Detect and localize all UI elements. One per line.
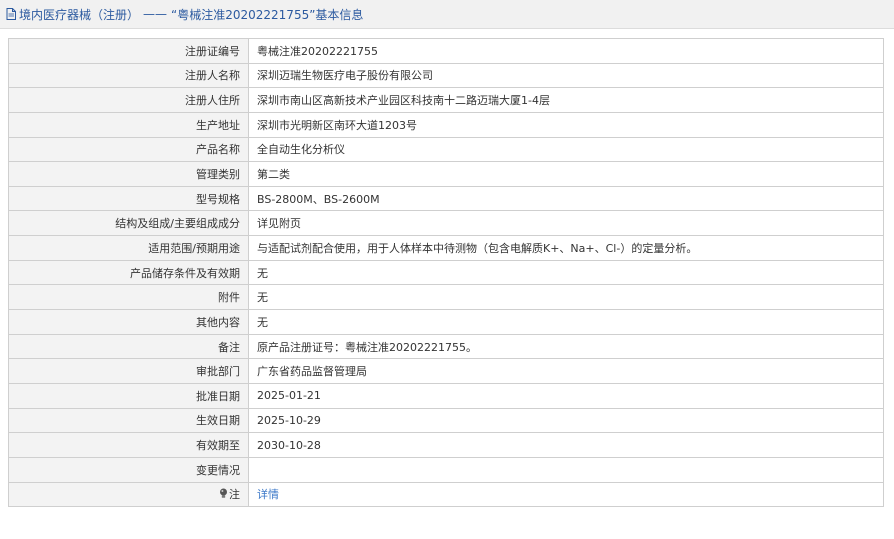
row-value: 深圳迈瑞生物医疗电子股份有限公司 <box>248 62 884 89</box>
row-value: 详见附页 <box>248 210 884 237</box>
row-value: BS-2800M、BS-2600M <box>248 185 884 212</box>
row-label: 适用范围/预期用途 <box>8 235 249 261</box>
row-label: 备注 <box>8 333 249 360</box>
table-row: 结构及组成/主要组成成分 详见附页 <box>8 210 884 237</box>
table-row: 型号规格 BS-2800M、BS-2600M <box>8 185 884 212</box>
note-label: 注 <box>229 488 240 502</box>
table-row: 注册人住所 深圳市南山区高新技术产业园区科技南十二路迈瑞大厦1-4层 <box>8 87 884 113</box>
table-row: 变更情况 <box>8 456 884 483</box>
table-row: 产品储存条件及有效期无 <box>8 259 884 286</box>
details-link[interactable]: 详情 <box>257 488 279 501</box>
row-label-note: 注 <box>8 481 249 508</box>
table-row: 注册人名称 深圳迈瑞生物医疗电子股份有限公司 <box>8 62 884 89</box>
row-label: 其他内容 <box>8 309 249 335</box>
document-icon <box>6 8 16 20</box>
row-value: 2030-10-28 <box>248 432 884 458</box>
row-label: 有效期至 <box>8 432 249 458</box>
row-label: 管理类别 <box>8 161 249 187</box>
row-value: 深圳市南山区高新技术产业园区科技南十二路迈瑞大厦1-4层 <box>248 87 884 113</box>
table-row: 审批部门 广东省药品监督管理局 <box>8 358 884 384</box>
row-value: 粤械注准20202221755 <box>248 38 884 64</box>
row-label: 生产地址 <box>8 111 249 138</box>
row-value: 第二类 <box>248 161 884 187</box>
table-row: 批准日期 2025-01-21 <box>8 382 884 409</box>
row-value: 原产品注册证号：粤械注准20202221755。 <box>248 333 884 360</box>
row-value: 广东省药品监督管理局 <box>248 358 884 384</box>
table-row: 生产地址 深圳市光明新区南环大道1203号 <box>8 111 884 138</box>
row-value: 无 <box>248 309 884 335</box>
row-value: 2025-01-21 <box>248 382 884 409</box>
page-header: 境内医疗器械（注册） —— “粤械注准20202221755”基本信息 <box>0 0 894 29</box>
table-row: 注册证编号 粤械注准20202221755 <box>8 38 884 64</box>
row-value: 全自动生化分析仪 <box>248 136 884 163</box>
table-row: 生效日期 2025-10-29 <box>8 407 884 434</box>
table-row: 其他内容无 <box>8 309 884 335</box>
row-value-note: 详情 <box>248 481 884 508</box>
table-row: 有效期至 2030-10-28 <box>8 432 884 458</box>
row-value: 2025-10-29 <box>248 407 884 434</box>
header-separator: —— <box>143 7 168 21</box>
table-row: 适用范围/预期用途 与适配试剂配合使用，用于人体样本中待测物（包含电解质K+、Na… <box>8 235 884 261</box>
info-table: 注册证编号 粤械注准20202221755 注册人名称 深圳迈瑞生物医疗电子股份有限公… <box>8 38 884 508</box>
table-row: 备注 原产品注册证号：粤械注准20202221755。 <box>8 333 884 360</box>
table-row-note: 注 详情 <box>8 481 884 508</box>
row-label: 产品名称 <box>8 136 249 163</box>
table-row: 产品名称 全自动生化分析仪 <box>8 136 884 163</box>
bulb-icon <box>219 488 228 502</box>
row-label: 型号规格 <box>8 185 249 212</box>
row-label: 产品储存条件及有效期 <box>8 259 249 286</box>
row-label: 注册人住所 <box>8 87 249 113</box>
table-row: 管理类别 第二类 <box>8 161 884 187</box>
row-label: 附件 <box>8 284 249 311</box>
row-label: 结构及组成/主要组成成分 <box>8 210 249 237</box>
table-row: 附件无 <box>8 284 884 311</box>
row-value: 深圳市光明新区南环大道1203号 <box>248 111 884 138</box>
row-label: 变更情况 <box>8 456 249 483</box>
row-label: 注册证编号 <box>8 38 249 64</box>
row-label: 生效日期 <box>8 407 249 434</box>
row-value: 无 <box>248 284 884 311</box>
row-value: 与适配试剂配合使用，用于人体样本中待测物（包含电解质K+、Na+、Cl-）的定量… <box>248 235 884 261</box>
row-value <box>248 456 884 483</box>
row-label: 审批部门 <box>8 358 249 384</box>
header-title: “粤械注准20202221755”基本信息 <box>171 7 364 22</box>
row-value: 无 <box>248 259 884 286</box>
row-label: 注册人名称 <box>8 62 249 89</box>
row-label: 批准日期 <box>8 382 249 409</box>
header-category: 境内医疗器械（注册） <box>19 7 140 22</box>
